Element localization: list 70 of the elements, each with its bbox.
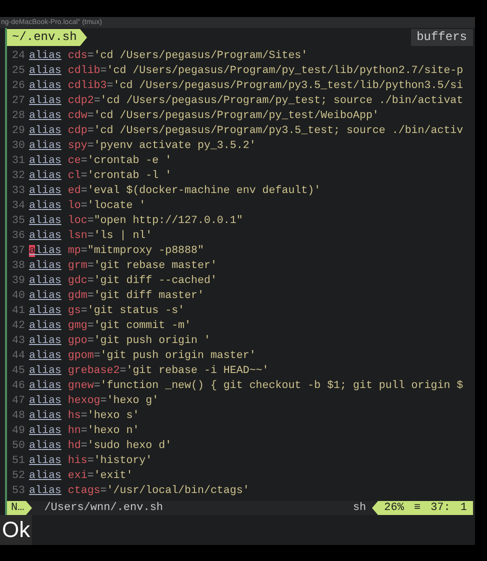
line-number: 53 [11,484,26,499]
line-number: 50 [11,439,26,454]
line-number: 34 [11,199,26,214]
code-line: alias cds='cd /Users/pegasus/Program/Sites' [29,49,308,64]
code-line: alias hd='sudo hexo d' [29,439,172,454]
line-number: 28 [11,109,26,124]
code-line: alias cdp2='cd /Users/pegasus/Program/py_test; source ./bin/activat [29,94,464,109]
tab-arrow-icon [80,29,87,46]
line-number: 40 [11,289,26,304]
line-number: 35 [11,214,26,229]
video-caption: Ok [0,515,32,545]
code-line: alias lsn='ls | nl' [29,229,152,244]
line-number: 31 [11,154,26,169]
line-number: 51 [11,454,26,469]
code-line: alias cdw='cd /Users/pegasus/Program/py_test/WeiboApp' [29,109,379,124]
code-line: alias loc="open http://127.0.0.1" [29,214,243,229]
code-line: alias hexog='hexo g' [29,394,159,409]
buffers-label: buffers [410,29,473,46]
line-number: 32 [11,169,26,184]
line-number: 29 [11,124,26,139]
code-line: alias grebase2='git rebase -i HEAD~~' [29,364,269,379]
code-line: alias exi='exit' [29,469,133,484]
code-line: alias his='history' [29,454,152,469]
line-number: 49 [11,424,26,439]
code-line: alias gnew='function _new() { git checkout -b $1; git pull origin $ [29,379,464,394]
code-line: alias hn='hexo n' [29,424,140,439]
line-number: 42 [11,319,26,334]
line-number: 26 [11,79,26,94]
line-text: 37: [430,501,450,515]
line-number: 24 [11,49,26,64]
code-line: alias gdc='git diff --cached' [29,274,217,289]
code-line: alias gpo='git push origin ' [29,334,210,349]
line-number: 39 [11,274,26,289]
code-line: alias mp="mitmproxy -p8888" [29,244,204,259]
code-line: alias lo='locate ' [29,199,146,214]
line-number: 37 [11,244,26,259]
line-number: 25 [11,64,26,79]
line-number: 45 [11,364,26,379]
code-line: alias spy='pyenv activate py_3.5.2' [29,139,256,154]
code-line: alias ctags='/usr/local/bin/ctags' [29,484,250,499]
code-line: alias gpom='git push origin master' [29,349,256,364]
code-line: alias grm='git rebase master' [29,259,217,274]
filetype-label: sh [352,501,366,515]
line-number: 46 [11,379,26,394]
code-line: alias cdp='cd /Users/pegasus/Program/py3.5_test; source ./bin/activ [29,124,464,139]
line-number: 36 [11,229,26,244]
code-line: alias cdlib='cd /Users/pegasus/Program/py_test/lib/python2.7/site-p [29,64,464,79]
code-line: alias ce='crontab -e ' [29,154,172,169]
code-line: alias cdlib3='cd /Users/pegasus/Program/py3.5_test/lib/python3.5/si [29,79,464,94]
line-number: 47 [11,394,26,409]
line-number: 44 [11,349,26,364]
code-line: alias gdm='git diff master' [29,289,204,304]
file-path: /Users/wnn/.env.sh [44,501,164,515]
code-line: alias gmg='git commit -m' [29,319,192,334]
line-number: 30 [11,139,26,154]
code-line: alias cl='crontab -l ' [29,169,172,184]
line-number: 48 [11,409,26,424]
line-number: 38 [11,259,26,274]
code-line: alias ed='eval $(docker-machine env default)' [29,184,321,199]
line-number: 52 [11,469,26,484]
line-number: 41 [11,304,26,319]
column-text: 1 [460,501,467,515]
separator-text: ≡ [414,501,421,515]
code-line: alias gs='git status -s' [29,304,185,319]
mode-arrow-icon [26,501,32,515]
line-number: 33 [11,184,26,199]
line-number: 43 [11,334,26,349]
code-line: alias hs='hexo s' [29,409,140,424]
percent-text: 26% [384,501,404,515]
line-number: 27 [11,94,26,109]
